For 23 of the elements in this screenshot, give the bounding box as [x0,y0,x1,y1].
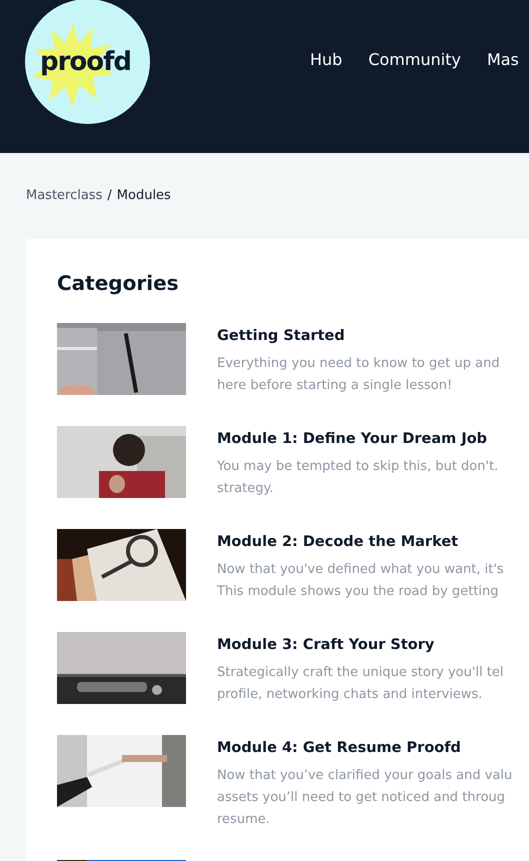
module-title[interactable]: Module 4: Get Resume Proofd [217,740,512,756]
module-title[interactable]: Module 2: Decode the Market [217,534,504,550]
nav-link[interactable]: Community [368,50,461,69]
module-description: here before starting a single lesson! [217,377,454,395]
module-description: You may be tempted to skip this, but don't. [217,458,498,476]
module-description: Strategically craft the unique story you'll tel [217,664,504,682]
module-title[interactable]: Getting Started [217,328,500,344]
breadcrumb-current: Modules [116,188,171,205]
module-title[interactable]: Module 3: Craft Your Story [217,637,504,653]
breadcrumb-link[interactable]: Masterclass [26,188,102,205]
module-description: profile, networking chats and interviews. [217,686,484,704]
module-description: strategy. [217,480,275,498]
module-title[interactable]: Module 1: Define Your Dream Job [217,431,498,447]
module-description: assets you’ll need to get noticed and throug [217,789,506,807]
nav-link[interactable]: Hub [310,50,342,69]
module-description: This module shows you the road by getting [217,583,500,601]
module-description: resume. [217,811,271,829]
breadcrumb-separator: / [107,188,112,205]
section-title: Categories [57,271,180,295]
nav-link[interactable]: Mas [486,50,519,69]
module-description: Now that you've defined what you want, it's [217,561,504,579]
module-description: Everything you need to know to get up and [217,355,500,373]
module-description: Now that you’ve clarified your goals and valu [217,767,512,785]
